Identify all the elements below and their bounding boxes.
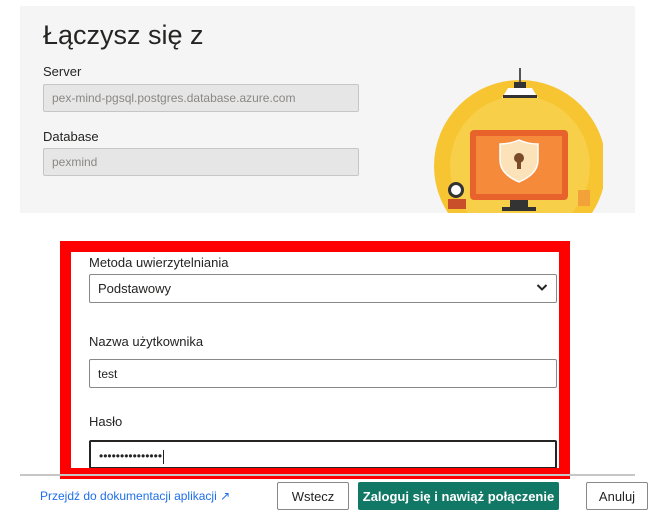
password-label: Hasło [89,414,123,429]
auth-method-dropdown[interactable]: Podstawowy [89,274,557,303]
secure-connection-illustration [428,68,603,213]
sign-in-connect-button[interactable]: Zaloguj się i nawiąż połączenie [358,482,559,510]
authentication-section: Metoda uwierzytelniania Podstawowy Nazwa… [60,241,570,479]
password-input[interactable]: ••••••••••••••• [89,440,557,468]
username-input[interactable]: test [89,359,557,388]
server-label: Server [43,64,82,79]
footer-divider [20,474,635,476]
database-field: pexmind [43,148,359,176]
password-mask: ••••••••••••••• [99,449,163,463]
text-caret [163,449,165,464]
cancel-button[interactable]: Anuluj [586,482,648,510]
username-label: Nazwa użytkownika [89,334,204,349]
auth-method-value: Podstawowy [98,281,171,296]
server-field: pex-mind-pgsql.postgres.database.azure.c… [43,84,359,112]
chevron-down-icon [536,281,548,296]
auth-method-label: Metoda uwierzytelniania [89,255,229,270]
page-title: Łączysz się z [43,20,204,50]
back-button[interactable]: Wstecz [277,482,349,510]
documentation-link[interactable]: Przejdź do dokumentacji aplikacji ↗ [40,489,230,503]
database-label: Database [43,129,99,144]
